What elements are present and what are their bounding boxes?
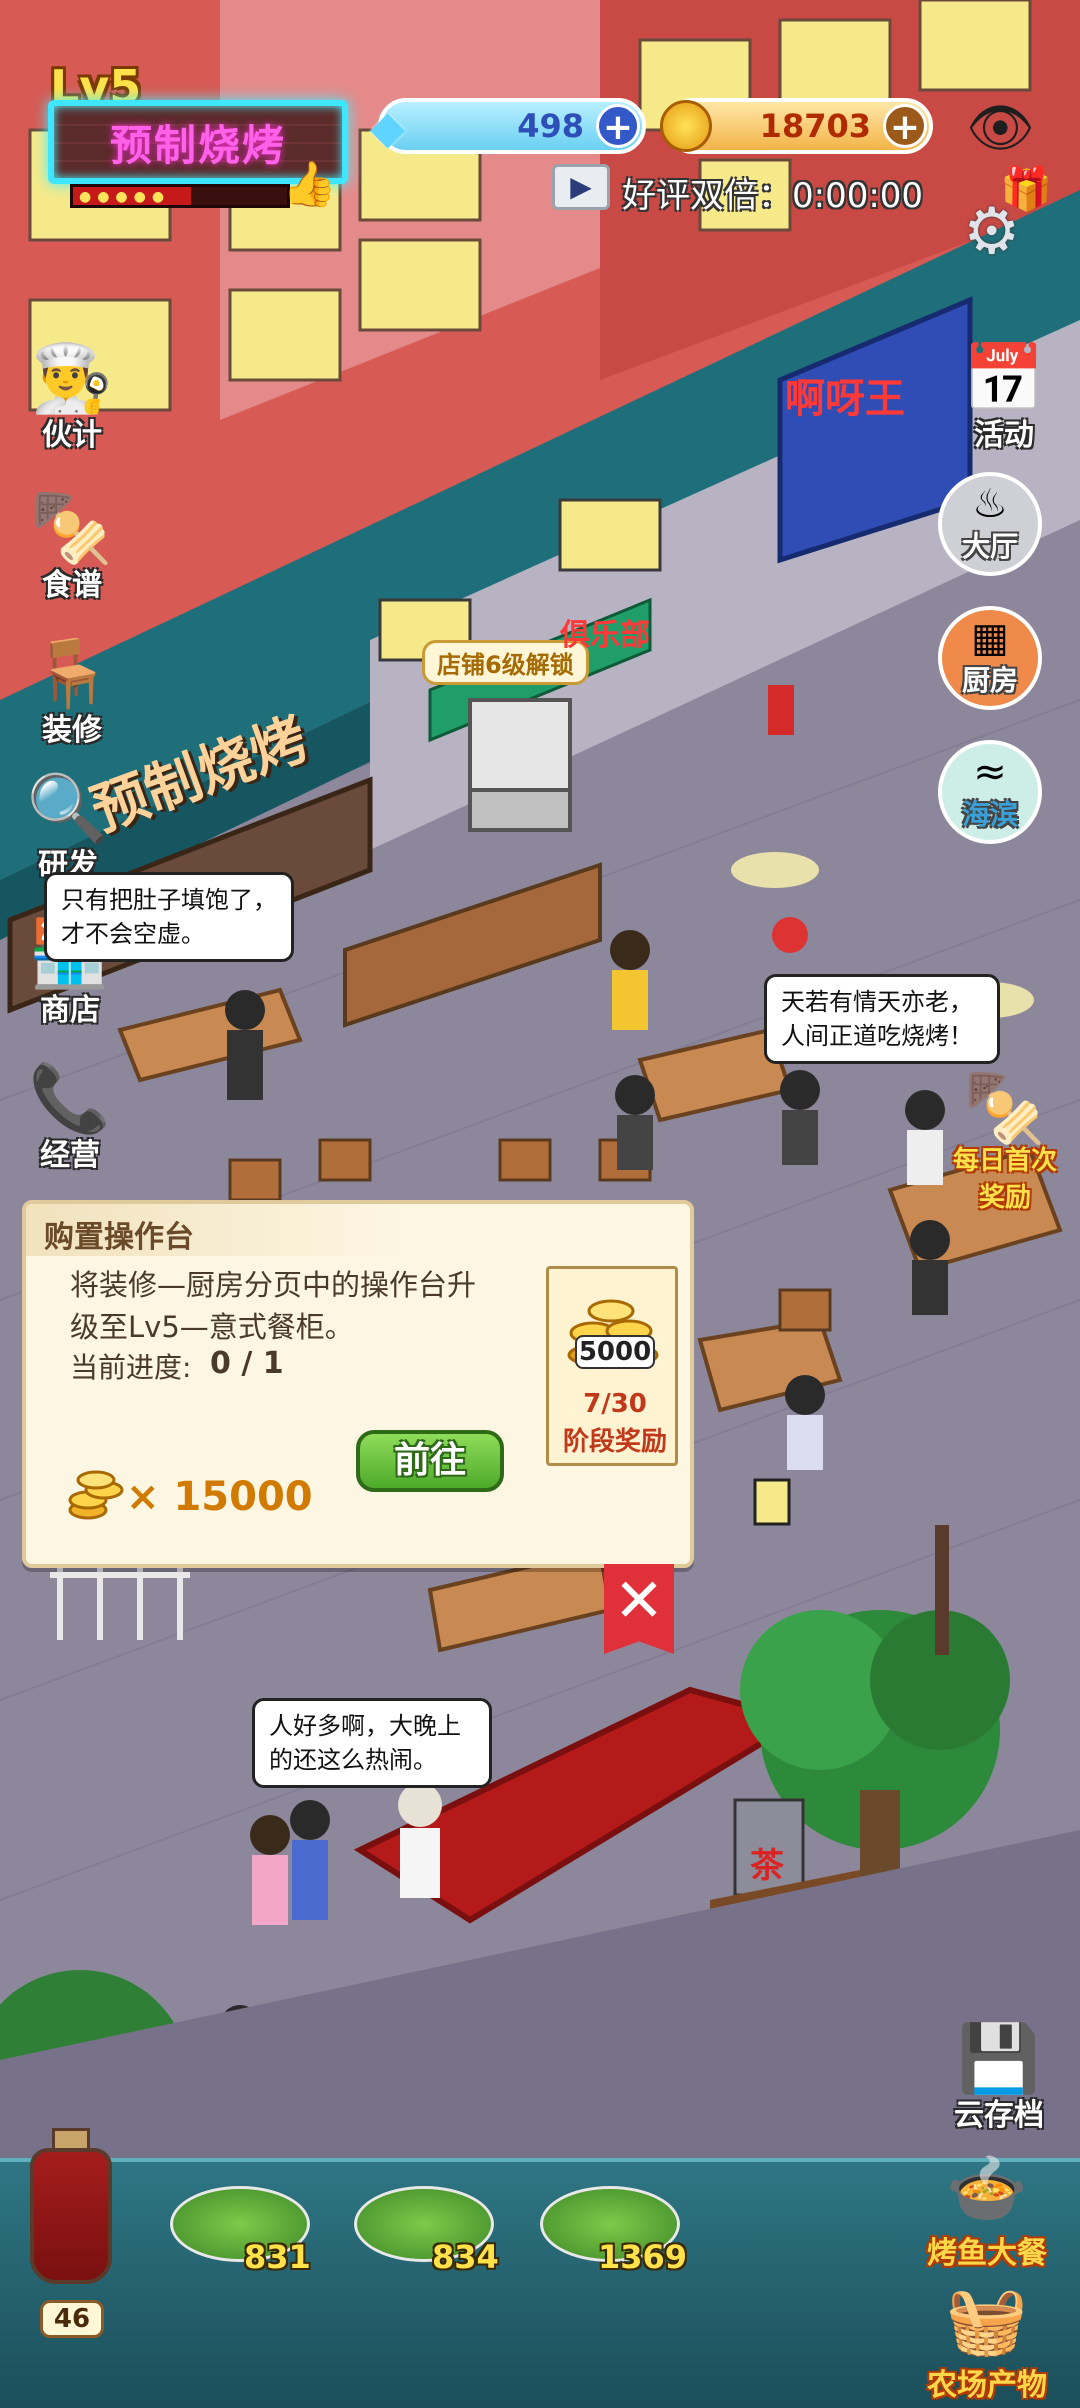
eye-icon[interactable]: 👁	[966, 96, 1035, 160]
cloud-save-label: 云存档	[954, 2098, 1044, 2133]
menu-decorate-label: 装修	[42, 713, 102, 748]
dish-2-count: 834	[432, 2238, 499, 2276]
phone-icon: 📞	[28, 1060, 112, 1137]
menu-activity-label: 活动	[974, 418, 1034, 453]
video-play-icon[interactable]: ▶	[552, 164, 610, 210]
menu-hall-label: 大厅	[961, 530, 1018, 563]
stage-reward-card[interactable]: 5000 7/30 阶段奖励	[546, 1266, 678, 1466]
menu-operate-label: 经营	[40, 1138, 100, 1173]
task-title: 购置操作台	[44, 1220, 194, 1255]
sauce-bottle-icon[interactable]	[30, 2148, 112, 2284]
gem-amount: 498	[517, 107, 584, 145]
floppy-cloud-icon: 💾	[957, 2020, 1041, 2097]
menu-seaside-label: 海滨	[961, 798, 1018, 831]
fish-feast-label: 烤鱼大餐	[927, 2236, 1047, 2271]
farm-produce-button[interactable]: 🧺 农场产物	[912, 2282, 1062, 2404]
cloud-save-button[interactable]: 💾 云存档	[934, 2020, 1064, 2134]
coin-icon	[660, 100, 712, 152]
coin-amount: 18703	[759, 107, 871, 145]
wave-icon: ≈	[973, 749, 1007, 795]
task-progress-value: 0 / 1	[210, 1346, 284, 1381]
tea-sign: 茶	[750, 1846, 784, 1886]
dish-1-count: 831	[244, 2238, 311, 2276]
gift-icon[interactable]: 🎁	[1000, 164, 1052, 214]
task-panel: 购置操作台 将装修—厨房分页中的操作台升级至Lv5—意式餐柜。 当前进度: 0 …	[22, 1200, 694, 1568]
farm-basket-icon: 🧺	[945, 2282, 1029, 2359]
fish-bowl-icon: 🍲	[945, 2150, 1029, 2227]
close-panel-button[interactable]: ✕	[604, 1564, 674, 1654]
menu-kitchen[interactable]: ▦ 厨房	[938, 606, 1042, 710]
menu-recipes[interactable]: 🍢 食谱	[12, 490, 132, 604]
farm-produce-label: 农场产物	[927, 2368, 1047, 2403]
bottle-count: 46	[40, 2300, 104, 2338]
task-progress-label: 当前进度:	[70, 1351, 192, 1384]
star-progress-bar: ●●●●●	[70, 184, 290, 208]
club-sign: 俱乐部	[560, 618, 650, 653]
task-cost: × 15000	[126, 1474, 313, 1520]
steam-bowl-icon: ♨	[972, 481, 1008, 527]
reward-amount: 5000	[575, 1335, 655, 1369]
task-description: 将装修—厨房分页中的操作台升级至Lv5—意式餐柜。	[70, 1268, 477, 1344]
fish-feast-button[interactable]: 🍲 烤鱼大餐	[912, 2150, 1062, 2272]
speech-bubble-3: 人好多啊，大晚上的还这么热闹。	[252, 1698, 492, 1788]
star-dots: ●●●●●	[79, 189, 171, 205]
menu-staff-label: 伙计	[42, 418, 102, 453]
coin-stack-icon	[68, 1470, 124, 1520]
table-icon: 🪑	[30, 635, 114, 712]
gem-counter[interactable]: 498 +	[378, 98, 646, 154]
menu-hall[interactable]: ♨ 大厅	[938, 472, 1042, 576]
shop-name: 预制烧烤	[109, 120, 286, 170]
menu-kitchen-label: 厨房	[961, 664, 1018, 697]
menu-staff[interactable]: 👨‍🍳 伙计	[12, 340, 132, 454]
menu-recipes-label: 食谱	[42, 568, 102, 603]
skewer-icon: 🍢	[30, 490, 114, 567]
chef-icon: 👨‍🍳	[30, 340, 114, 417]
double-reviews-timer: 好评双倍：0:00:00	[622, 176, 924, 216]
skewer-bundle-icon: 🍢	[963, 1070, 1047, 1147]
menu-seaside[interactable]: ≈ 海滨	[938, 740, 1042, 844]
add-gems-button[interactable]: +	[596, 104, 640, 148]
daily-reward-button[interactable]: 🍢 每日首次奖励	[930, 1070, 1080, 1214]
speech-bubble-1: 只有把肚子填饱了，才不会空虚。	[44, 872, 294, 962]
gem-icon: ◆	[370, 100, 406, 154]
dish-3-count: 1369	[598, 2238, 688, 2276]
reward-progress: 7/30	[583, 1389, 647, 1419]
menu-activity[interactable]: 📅 活动	[944, 340, 1064, 454]
menu-operate[interactable]: 📞 经营	[10, 1060, 130, 1174]
menu-decorate[interactable]: 🪑 装修	[12, 635, 132, 749]
calendar-icon: 📅	[962, 340, 1046, 417]
daily-reward-label: 每日首次奖励	[952, 1146, 1057, 1213]
grid-icon: ▦	[971, 615, 1009, 661]
thumbs-up-icon: 👍	[282, 159, 337, 210]
add-coins-button[interactable]: +	[883, 104, 927, 148]
go-button[interactable]: 前往	[356, 1430, 504, 1492]
menu-shop-label: 商店	[40, 993, 100, 1028]
speech-bubble-2: 天若有情天亦老，人间正道吃烧烤！	[764, 974, 1000, 1064]
reward-label: 阶段奖励	[562, 1427, 667, 1457]
building-neon-sign: 啊呀王	[785, 376, 905, 422]
